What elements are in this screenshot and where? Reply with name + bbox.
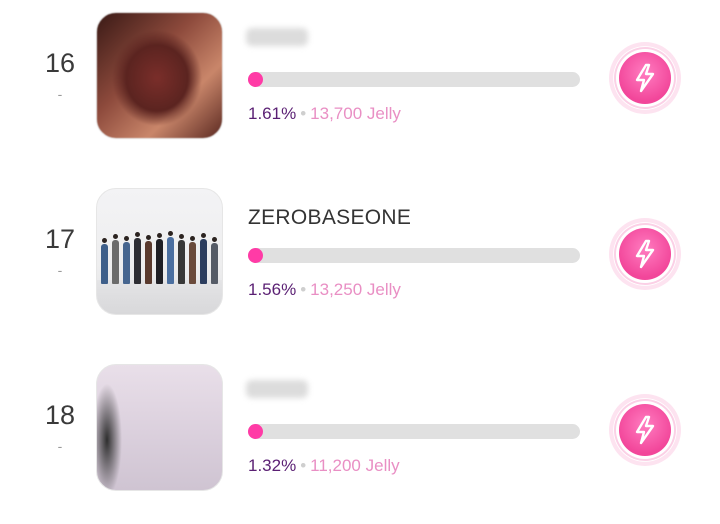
rank-number: 16 [44, 48, 76, 78]
rank-change: - [57, 438, 63, 454]
separator-dot: • [300, 104, 307, 123]
group-member-figure [189, 236, 196, 284]
separator-dot: • [300, 280, 307, 299]
group-member-figure [123, 236, 130, 284]
ranking-row[interactable]: 17 - ZEROBASEONE 1.56% • 13,250 Jelly [0, 186, 720, 326]
separator-dot: • [300, 456, 307, 475]
vote-progress-bar [248, 72, 580, 87]
photo-floor [97, 280, 222, 314]
vote-stats: 1.32% • 11,200 Jelly [248, 456, 400, 476]
lightning-bolt-icon [619, 52, 671, 104]
vote-progress-bar [248, 248, 580, 263]
artist-thumbnail[interactable] [96, 188, 223, 315]
group-member-figure [178, 234, 185, 284]
vote-progress-fill [248, 248, 263, 263]
vote-percent: 1.61% [248, 104, 297, 123]
artist-name: ZEROBASEONE [248, 206, 412, 229]
rank-number: 17 [44, 224, 76, 254]
lightning-bolt-icon [619, 404, 671, 456]
vote-button[interactable] [609, 42, 681, 114]
vote-percent: 1.32% [248, 456, 297, 475]
lightning-bolt-icon [619, 228, 671, 280]
group-member-figure [200, 233, 207, 284]
vote-stats: 1.61% • 13,700 Jelly [248, 104, 401, 124]
rank-change: - [57, 262, 63, 278]
ranking-row[interactable]: 18 - 1.32% • 11,200 Jelly [0, 362, 720, 502]
vote-button[interactable] [609, 394, 681, 466]
rank-number: 18 [44, 400, 76, 430]
artist-name-obscured [246, 380, 308, 398]
vote-progress-fill [248, 72, 263, 87]
ranking-row[interactable]: 16 - 1.61% • 13,700 Jelly [0, 10, 720, 150]
group-member-figure [134, 232, 141, 284]
vote-percent: 1.56% [248, 280, 297, 299]
vote-progress-fill [248, 424, 263, 439]
vote-stats: 1.56% • 13,250 Jelly [248, 280, 401, 300]
group-member-figure [167, 231, 174, 284]
jelly-count: 11,200 Jelly [310, 456, 400, 475]
group-member-figure [145, 235, 152, 284]
group-member-figure [101, 238, 108, 284]
group-member-figure [112, 234, 119, 284]
artist-name-obscured [246, 28, 308, 46]
group-member-figure [156, 233, 163, 284]
artist-thumbnail[interactable] [96, 12, 223, 139]
rank-change: - [57, 86, 63, 102]
vote-progress-bar [248, 424, 580, 439]
jelly-count: 13,700 Jelly [310, 104, 401, 123]
vote-button[interactable] [609, 218, 681, 290]
group-member-figure [211, 237, 218, 284]
jelly-count: 13,250 Jelly [310, 280, 401, 299]
artist-thumbnail[interactable] [96, 364, 223, 491]
